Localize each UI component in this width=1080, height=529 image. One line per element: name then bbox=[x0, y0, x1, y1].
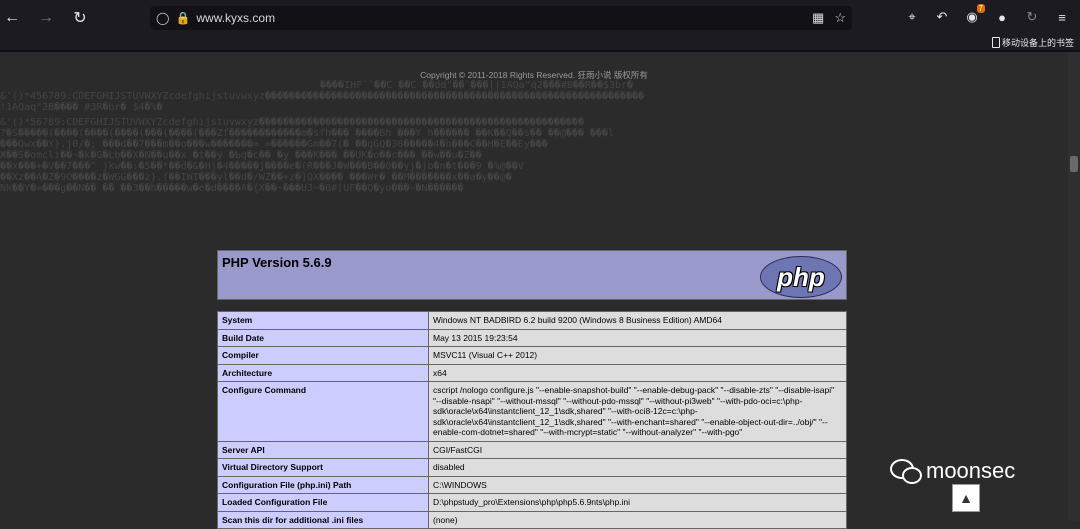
garbled-line: !1AQaq"2B���� #3R�br� $4�%� bbox=[0, 102, 163, 113]
row-value: D:\phpstudy_pro\Extensions\php\php5.6.9n… bbox=[428, 493, 847, 512]
row-label: Loaded Configuration File bbox=[217, 493, 429, 512]
row-label: Architecture bbox=[217, 363, 429, 382]
feedback-arrow-icon[interactable]: ▲ bbox=[952, 484, 980, 512]
sync-icon[interactable]: ↻ bbox=[1022, 6, 1042, 28]
row-value: May 13 2015 19:23:54 bbox=[428, 328, 847, 347]
row-value: C:\WINDOWS bbox=[428, 475, 847, 494]
row-value: x64 bbox=[428, 363, 847, 382]
back-arrow-icon[interactable]: ← bbox=[0, 6, 24, 30]
qr-code-icon[interactable]: ▦ bbox=[812, 10, 824, 26]
mobile-bookmarks-label: 移动设备上的书签 bbox=[1001, 38, 1074, 48]
address-bar[interactable]: ◯ 🔒 www.kyxs.com ▦ ☆ bbox=[150, 6, 852, 30]
mobile-bookmarks[interactable]: 移动设备上的书签 bbox=[991, 36, 1074, 49]
garbled-line: ��x���+�V��7���^ jkw��:�5��*��d�&�Hj�4��… bbox=[0, 161, 524, 172]
reload-icon[interactable]: ↻ bbox=[68, 6, 92, 30]
row-value: CGI/FastCGI bbox=[428, 440, 847, 459]
row-label: Configure Command bbox=[217, 381, 429, 442]
row-value: MSVC11 (Visual C++ 2012) bbox=[428, 346, 847, 365]
table-row: Virtual Directory Support disabled bbox=[217, 458, 847, 477]
garbled-line: Ж��S�omcli��~�k�G�Lb��X�N��u��x �t��y �Ƅ… bbox=[0, 150, 482, 161]
menu-icon[interactable]: ≡ bbox=[1052, 6, 1072, 28]
garbled-line: ���Qwx��Y}.j0/�; ���d��7���m��o���w�����… bbox=[0, 139, 548, 150]
php-logo[interactable]: php bbox=[760, 256, 842, 298]
bookmarks-bar: 移动设备上的书签 bbox=[0, 36, 1080, 50]
table-row: Loaded Configuration File D:\phpstudy_pro… bbox=[217, 493, 847, 512]
table-row: Compiler MSVC11 (Visual C++ 2012) bbox=[217, 346, 847, 365]
crop-icon[interactable]: ⌖ bbox=[902, 6, 922, 28]
row-label: Configuration File (php.ini) Path bbox=[217, 475, 429, 494]
row-label: System bbox=[217, 311, 429, 330]
row-value: disabled bbox=[428, 458, 847, 477]
row-label: Server API bbox=[217, 440, 429, 459]
garbled-line: ��Xz��A�Z�9O����z�WGG���z}.(��IWI���yl��… bbox=[0, 172, 512, 183]
garbled-binary-output: ����IHF``��C ��C ��dd"��`���||1AQa"q2���… bbox=[0, 80, 1068, 240]
url-text[interactable]: www.kyxs.com bbox=[196, 11, 275, 25]
php-info-table: System Windows NT BADBIRD 6.2 build 9200 … bbox=[217, 311, 847, 529]
table-row: Architecture x64 bbox=[217, 363, 847, 382]
row-label: Build Date bbox=[217, 328, 429, 347]
watermark-text: moonsec bbox=[926, 458, 1016, 483]
row-value: (none) bbox=[428, 510, 847, 529]
extension-badge: 7 bbox=[976, 4, 985, 13]
table-row: System Windows NT BADBIRD 6.2 build 9200 … bbox=[217, 311, 847, 330]
php-version-title: PHP Version 5.6.9 bbox=[222, 255, 332, 270]
table-row: Configuration File (php.ini) Path C:\WIND… bbox=[217, 475, 847, 494]
chrome-divider bbox=[0, 50, 1080, 52]
page-scrollbar[interactable] bbox=[1068, 52, 1080, 521]
extension-icon[interactable]: ◉ 7 bbox=[962, 4, 985, 28]
globe-icon[interactable]: ● bbox=[992, 6, 1012, 28]
garbled-line: Nk��Y�=���g��N�� �� ��3��h�����w�e�d����… bbox=[0, 183, 464, 194]
shield-icon[interactable]: ◯ bbox=[156, 11, 169, 25]
row-label: Compiler bbox=[217, 346, 429, 365]
table-row: Server API CGI/FastCGI bbox=[217, 440, 847, 459]
row-label: Virtual Directory Support bbox=[217, 458, 429, 477]
undo-icon[interactable]: ↶ bbox=[932, 6, 952, 28]
bookmark-star-icon[interactable]: ☆ bbox=[834, 10, 846, 26]
phone-icon bbox=[991, 37, 1000, 48]
moonsec-watermark: moonsec bbox=[890, 458, 1015, 484]
row-label: Scan this dir for additional .ini files bbox=[217, 510, 429, 529]
garbled-line: &'()*456789:CDEFGHIJSTUVWXYZcdefghijstuv… bbox=[0, 91, 645, 102]
row-value: Windows NT BADBIRD 6.2 build 9200 (Windo… bbox=[428, 311, 847, 330]
row-value: cscript /nologo configure.js "--enable-s… bbox=[428, 381, 847, 442]
garbled-line: &'()*56789:CDEFGHIJSTUVWXYZcdefghijstuvw… bbox=[0, 117, 584, 128]
table-row: Build Date May 13 2015 19:23:54 bbox=[217, 328, 847, 347]
garbled-line: ����IHF``��C ��C ��dd"��`���||1AQa"q2���… bbox=[320, 80, 634, 91]
scrollbar-thumb[interactable] bbox=[1070, 156, 1078, 172]
table-row: Scan this dir for additional .ini files(… bbox=[217, 510, 847, 529]
table-row: Configure Command cscript /nologo configu… bbox=[217, 381, 847, 442]
insecure-lock-icon[interactable]: 🔒 bbox=[175, 11, 190, 25]
php-version-header: PHP Version 5.6.9 php bbox=[217, 250, 847, 300]
forward-arrow-icon[interactable]: → bbox=[34, 6, 58, 30]
garbled-line: ?�S�����(����(����(����(���(����(���Zf��… bbox=[0, 128, 615, 139]
wechat-icon bbox=[890, 459, 922, 484]
browser-toolbar: ← → ↻ ◯ 🔒 www.kyxs.com ▦ ☆ ⌖ ↶ ◉ 7 ● ↻ ≡ bbox=[0, 0, 1080, 36]
